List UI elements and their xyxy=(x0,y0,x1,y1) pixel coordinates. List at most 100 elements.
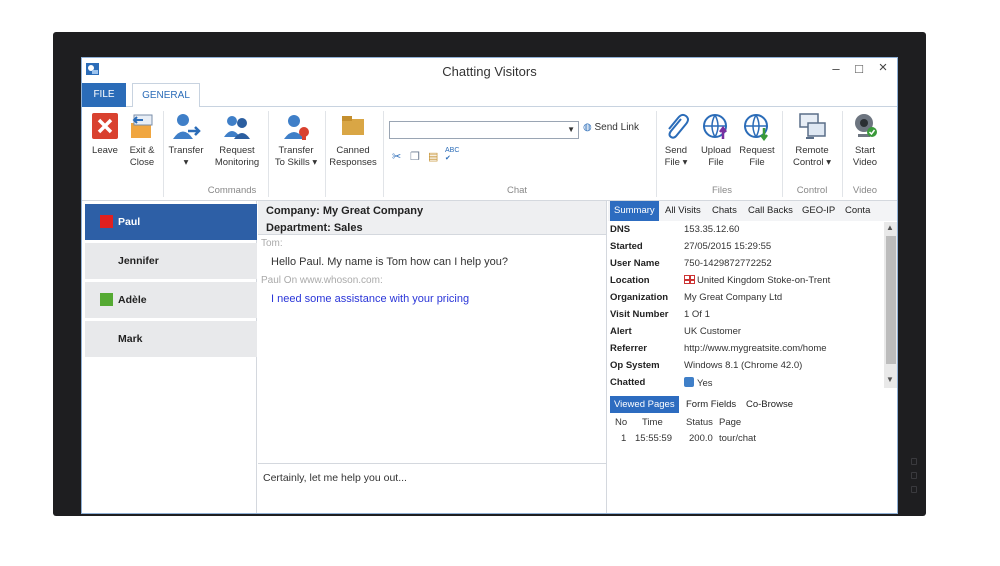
webcam-icon xyxy=(855,114,877,137)
title-bar: Chatting Visitors – □ × xyxy=(82,58,897,83)
company-label: Company: My Great Company xyxy=(266,205,424,217)
row-value: My Great Company Ltd xyxy=(684,292,783,303)
transfer-button[interactable]: Transfer ▾ xyxy=(166,111,206,169)
tab-form-fields[interactable]: Form Fields xyxy=(682,396,740,413)
chat-link-combo[interactable]: ▼ xyxy=(389,121,579,139)
row-key: Op System xyxy=(610,360,660,371)
visitor-item-mark[interactable]: Mark xyxy=(85,321,257,357)
canned-label-2: Responses xyxy=(329,157,377,168)
row-value: http://www.mygreatsite.com/home xyxy=(684,343,827,354)
tab-contact[interactable]: Conta xyxy=(841,201,874,221)
row-value: UK Customer xyxy=(684,326,742,337)
send-link-button[interactable]: ◍ Send Link xyxy=(583,122,639,133)
cell-no: 1 xyxy=(621,433,627,444)
summary-scrollbar[interactable]: ▲ ▼ xyxy=(884,222,897,388)
request-file-button[interactable]: Request File xyxy=(738,111,776,169)
remote-control-icon xyxy=(799,113,826,139)
visitor-item-jennifer[interactable]: Jennifer xyxy=(85,243,257,279)
row-key: Chatted xyxy=(610,377,646,388)
scroll-up-icon[interactable]: ▲ xyxy=(886,223,894,232)
cut-icon[interactable]: ✂ xyxy=(392,150,401,163)
message-sender: Paul On www.whoson.com: xyxy=(261,275,383,286)
start-video-button[interactable]: Start Video xyxy=(845,111,885,169)
send-link-label: Send Link xyxy=(594,122,639,133)
chevron-down-icon: ▼ xyxy=(567,125,575,134)
exit-close-button[interactable]: Exit & Close xyxy=(124,111,160,169)
upload-globe-icon xyxy=(703,114,727,139)
exit-close-label-2: Close xyxy=(129,157,155,168)
tab-general[interactable]: GENERAL xyxy=(132,83,200,108)
canned-responses-button[interactable]: Canned Responses xyxy=(327,111,379,169)
table-row: Started 27/05/2015 15:29:55 xyxy=(608,239,884,256)
send-file-label-1: Send xyxy=(664,145,688,156)
tab-summary[interactable]: Summary xyxy=(610,201,659,221)
row-value: Windows 8.1 (Chrome 42.0) xyxy=(684,360,803,371)
conversation-header: Company: My Great Company Department: Sa… xyxy=(258,201,606,235)
visitor-name: Adèle xyxy=(118,294,147,306)
cell-page: tour/chat xyxy=(719,433,756,444)
visitor-item-paul[interactable]: Paul xyxy=(85,204,257,240)
request-monitoring-button[interactable]: Request Monitoring xyxy=(210,111,264,169)
tab-viewed-pages[interactable]: Viewed Pages xyxy=(610,396,679,413)
table-row: Organization My Great Company Ltd xyxy=(608,290,884,307)
upload-file-button[interactable]: Upload File xyxy=(698,111,734,169)
transfer-to-skills-button[interactable]: Transfer To Skills ▾ xyxy=(270,111,322,169)
request-monitoring-icon xyxy=(224,116,250,139)
table-row: Referrer http://www.mygreatsite.com/home xyxy=(608,341,884,358)
app-window: Chatting Visitors – □ × FILE GENERAL Lea… xyxy=(81,57,898,514)
row-value: United Kingdom Stoke-on-Trent xyxy=(684,275,830,286)
table-row: Location United Kingdom Stoke-on-Trent xyxy=(608,273,884,290)
table-row: Alert UK Customer xyxy=(608,324,884,341)
exit-close-icon xyxy=(131,114,153,138)
minimize-button[interactable]: – xyxy=(827,61,845,76)
bezel-button xyxy=(911,472,917,479)
upload-file-label-1: Upload xyxy=(700,145,732,156)
chat-input[interactable]: Certainly, let me help you out... xyxy=(258,463,606,513)
paste-icon[interactable]: ▤ xyxy=(428,150,438,163)
globe-icon: ◍ xyxy=(583,122,592,133)
maximize-button[interactable]: □ xyxy=(850,61,868,76)
message-sender: Tom: xyxy=(261,238,283,249)
transfer-skills-label-2: To Skills ▾ xyxy=(274,157,318,168)
tab-file[interactable]: FILE xyxy=(82,83,126,107)
copy-icon[interactable]: ❐ xyxy=(410,150,420,163)
scroll-down-icon[interactable]: ▼ xyxy=(886,375,894,384)
bezel-button xyxy=(911,486,917,493)
col-no: No xyxy=(615,417,628,428)
separator xyxy=(842,111,843,197)
row-value: Yes xyxy=(684,377,713,389)
separator xyxy=(656,111,657,197)
send-file-label-2: File ▾ xyxy=(664,157,688,168)
location-text: United Kingdom Stoke-on-Trent xyxy=(697,275,831,286)
table-row: Visit Number 1 Of 1 xyxy=(608,307,884,324)
canned-responses-icon xyxy=(342,116,364,135)
ribbon: Leave Exit & Close Transfer ▾ Request Mo… xyxy=(82,107,897,201)
visitor-item-adele[interactable]: Adèle xyxy=(85,282,257,318)
tab-call-backs[interactable]: Call Backs xyxy=(744,201,797,221)
row-key: Visit Number xyxy=(610,309,669,320)
details-panel: Summary All Visits Chats Call Backs GEO-… xyxy=(608,201,897,513)
scroll-thumb[interactable] xyxy=(886,236,896,364)
chat-input-value: Certainly, let me help you out... xyxy=(263,472,407,484)
pages-tabs: Viewed Pages Form Fields Co-Browse xyxy=(608,396,897,413)
remote-control-button[interactable]: Remote Control ▾ xyxy=(786,111,838,169)
tab-all-visits[interactable]: All Visits xyxy=(661,201,705,221)
department-label: Department: Sales xyxy=(266,222,363,234)
visitor-name: Jennifer xyxy=(118,255,159,267)
separator xyxy=(325,111,326,197)
conversation-panel: Company: My Great Company Department: Sa… xyxy=(258,201,607,513)
start-video-label-2: Video xyxy=(852,157,878,168)
close-button[interactable]: × xyxy=(874,59,892,76)
send-file-button[interactable]: Send File ▾ xyxy=(658,111,694,169)
spell-check-label: ABC xyxy=(445,147,460,154)
tab-co-browse[interactable]: Co-Browse xyxy=(742,396,797,413)
tab-chats[interactable]: Chats xyxy=(708,201,741,221)
spell-check-icon[interactable]: ABC ✔ xyxy=(445,147,459,162)
summary-table: DNS 153.35.12.60 Started 27/05/2015 15:29:… xyxy=(608,222,884,389)
request-monitoring-label-1: Request xyxy=(219,145,255,156)
leave-button[interactable]: Leave xyxy=(87,111,123,157)
request-file-label-1: Request xyxy=(739,145,775,156)
uk-flag-icon xyxy=(684,275,695,284)
download-globe-icon xyxy=(744,114,768,141)
tab-geo-ip[interactable]: GEO-IP xyxy=(798,201,839,221)
